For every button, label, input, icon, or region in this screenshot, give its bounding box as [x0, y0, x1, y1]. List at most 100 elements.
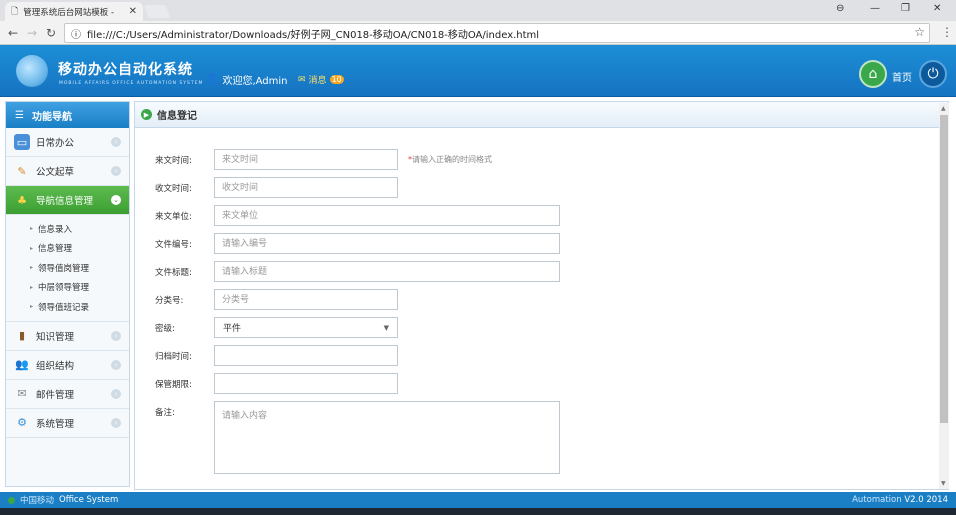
forward-icon[interactable]: → — [27, 26, 37, 40]
home-icon[interactable]: ⌂ — [859, 60, 887, 88]
reload-icon[interactable]: ↻ — [46, 26, 56, 40]
sidebar-item-mail[interactable]: ✉ 邮件管理 › — [6, 380, 129, 409]
secret-level-select[interactable]: 平件 ▼ — [214, 317, 398, 338]
field-label: 文件编号: — [155, 239, 192, 250]
sidebar-item-daily-office[interactable]: ▭ 日常办公 › — [6, 128, 129, 157]
messages-link[interactable]: ✉ 消息 10 — [298, 73, 344, 86]
doc-title-input[interactable] — [214, 261, 560, 282]
submenu-item[interactable]: ▸ 中层领导管理 — [30, 278, 129, 298]
book-icon: ▮ — [18, 329, 26, 342]
field-label: 密级: — [155, 323, 175, 334]
sidebar-item-system[interactable]: ⚙ 系统管理 › — [6, 409, 129, 438]
triangle-icon: ▸ — [30, 225, 34, 233]
form-row-category: 分类号: — [155, 289, 398, 310]
user-icon: 👤 — [206, 74, 219, 85]
category-input[interactable] — [214, 289, 398, 310]
sidebar-item-label: 导航信息管理 — [36, 196, 94, 207]
sidebar-item-org[interactable]: 👥 组织结构 › — [6, 351, 129, 380]
sidebar-item-draft[interactable]: ✎ 公文起草 › — [6, 157, 129, 186]
info-icon: ⓘ — [71, 29, 81, 41]
submenu-label: 信息录入 — [38, 224, 73, 235]
chevron-right-icon: › — [111, 330, 121, 341]
form-row-doc-title: 文件标题: — [155, 261, 560, 282]
os-taskbar — [0, 508, 956, 515]
profile-icon[interactable]: ⊖ — [836, 3, 844, 14]
envelope-icon: ✉ — [17, 387, 27, 400]
bookmark-star-icon[interactable]: ☆ — [914, 25, 925, 39]
sidebar-item-label: 日常办公 — [36, 138, 75, 149]
submenu-item[interactable]: ▸ 领导值岗管理 — [30, 258, 129, 278]
chevron-right-icon: › — [111, 137, 121, 147]
form-row-doc-no: 文件编号: — [155, 233, 560, 254]
browser-tab[interactable]: 🗋 管理系统后台网站模板 - ✕ — [5, 2, 143, 21]
back-icon[interactable]: ← — [8, 26, 18, 40]
footer-company: 中国移动 — [20, 496, 55, 506]
triangle-icon: ▸ — [30, 264, 34, 272]
form-row-date-in: 来文时间: *请输入正确的时间格式 — [155, 149, 492, 170]
field-label: 归档时间: — [155, 351, 192, 362]
pencil-icon: ✎ — [17, 164, 27, 178]
field-label: 来文时间: — [155, 155, 192, 166]
form-row-archive: 归档时间: — [155, 345, 398, 366]
new-tab-button[interactable] — [143, 5, 171, 18]
footer: 中国移动 Office System Automation V2.0 2014 — [0, 492, 956, 508]
submenu-item[interactable]: ▸ 领导值班记录 — [30, 297, 129, 317]
minimize-icon[interactable]: — — [870, 3, 880, 14]
doc-no-input[interactable] — [214, 233, 560, 254]
form-row-remark: 备注: — [155, 401, 560, 474]
field-label: 保管期限: — [155, 379, 192, 390]
status-dot-icon — [8, 496, 15, 504]
footer-right: Automation V2.0 2014 — [852, 495, 948, 505]
browser-menu-icon[interactable]: ⋮ — [941, 25, 953, 39]
close-window-icon[interactable]: ✕ — [933, 3, 941, 14]
scrollbar-thumb[interactable] — [940, 115, 948, 423]
footer-left: 中国移动 Office System — [8, 494, 118, 506]
submenu-item[interactable]: ▸ 信息管理 — [30, 239, 129, 259]
home-link[interactable]: 首页 — [892, 69, 912, 84]
sidebar-item-label: 邮件管理 — [36, 389, 75, 401]
list-icon: ☰ — [15, 109, 24, 121]
form-row-date-recv: 收文时间: — [155, 177, 398, 198]
app-header: 移动办公自动化系统 MOBILE AFFAIRS OFFICE AUTOMATI… — [0, 45, 956, 97]
field-label: 收文时间: — [155, 183, 192, 194]
tab-title: 管理系统后台网站模板 - — [23, 7, 115, 18]
field-label: 备注: — [155, 408, 175, 418]
sidebar: ☰ 功能导航 ▭ 日常办公 › ✎ 公文起草 › ♣ 导航信息管理 ⌄ ▸ 信息录… — [5, 101, 130, 487]
submenu-label: 信息管理 — [38, 244, 73, 255]
triangle-icon: ▸ — [30, 283, 34, 291]
welcome-text: 👤 欢迎您,Admin — [206, 72, 288, 87]
footer-automation: Automation — [852, 495, 902, 505]
submenu-item[interactable]: ▸ 信息录入 — [30, 219, 129, 239]
submenu-label: 领导值班记录 — [38, 302, 90, 313]
tree-icon: ♣ — [17, 193, 27, 207]
hint-text: 请输入正确的时间格式 — [412, 155, 492, 164]
sidebar-submenu: ▸ 信息录入 ▸ 信息管理 ▸ 领导值岗管理 ▸ 中层领导管理 ▸ 领导值班记录 — [6, 215, 129, 322]
envelope-icon: ✉ — [298, 74, 306, 85]
sidebar-item-label: 系统管理 — [36, 418, 75, 430]
caret-down-icon: ▼ — [383, 323, 389, 332]
unit-input[interactable] — [214, 205, 560, 226]
scroll-down-icon[interactable]: ▼ — [941, 480, 946, 487]
footer-version: V2.0 2014 — [904, 495, 948, 505]
keep-period-input[interactable] — [214, 373, 398, 394]
date-in-input[interactable] — [214, 149, 398, 170]
scroll-up-icon[interactable]: ▲ — [941, 105, 946, 112]
logout-power-icon[interactable]: ⏻ — [919, 60, 947, 88]
close-tab-icon[interactable]: ✕ — [129, 6, 137, 17]
date-hint: *请输入正确的时间格式 — [408, 154, 492, 165]
remark-textarea[interactable] — [214, 401, 560, 474]
field-label: 分类号: — [155, 295, 184, 306]
maximize-icon[interactable]: ❐ — [901, 3, 910, 14]
page-icon: 🗋 — [11, 6, 19, 17]
browser-tabbar: 🗋 管理系统后台网站模板 - ✕ ⊖ — ❐ ✕ — [0, 0, 956, 21]
url-field[interactable]: ⓘ file:///C:/Users/Administrator/Downloa… — [64, 23, 930, 43]
archive-time-input[interactable] — [214, 345, 398, 366]
triangle-icon: ▸ — [30, 244, 34, 252]
welcome-label: 欢迎您,Admin — [222, 76, 288, 87]
messages-label: 消息 — [308, 76, 327, 86]
sidebar-item-nav-info[interactable]: ♣ 导航信息管理 ⌄ — [6, 186, 129, 215]
date-recv-input[interactable] — [214, 177, 398, 198]
form-row-keep: 保管期限: — [155, 373, 398, 394]
sidebar-item-knowledge[interactable]: ▮ 知识管理 › — [6, 322, 129, 351]
vertical-scrollbar[interactable]: ▲ ▼ — [939, 103, 949, 489]
